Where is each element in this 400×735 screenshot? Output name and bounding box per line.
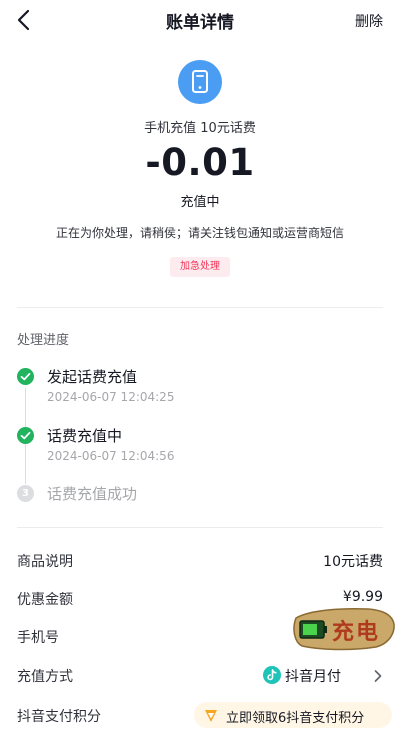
step-2-time: 2024-06-07 12:04:56: [47, 449, 175, 463]
charging-sticker: 充电: [290, 606, 398, 652]
urgent-process-button[interactable]: 加急处理: [170, 257, 230, 277]
claim-points-text: 立即领取6抖音支付积分: [226, 711, 365, 726]
check-icon: [17, 427, 34, 444]
pay-method-value: 抖音月付: [285, 669, 341, 685]
delete-button[interactable]: 删除: [355, 11, 383, 31]
claim-points-button[interactable]: 立即领取6抖音支付积分: [194, 702, 392, 728]
status-text: 充值中: [180, 195, 220, 210]
divider: [17, 527, 383, 528]
processing-notice: 正在为你处理，请稍侯；请关注钱包通知或运营商短信: [55, 226, 344, 240]
douyin-icon: [263, 666, 281, 684]
battery-icon: [299, 620, 327, 639]
phone-icon: [178, 60, 222, 104]
divider: [17, 307, 383, 308]
points-label: 抖音支付积分: [17, 709, 101, 725]
step-1-label: 发起话费充值: [47, 368, 138, 386]
nav-header: 账单详情 删除: [0, 0, 400, 40]
progress-title: 处理进度: [17, 333, 70, 348]
product-desc-label: 商品说明: [17, 554, 73, 570]
check-icon: [17, 368, 34, 385]
chevron-right-icon: [373, 668, 383, 682]
step-3-number: 3: [17, 485, 34, 502]
pay-method-label: 充值方式: [17, 669, 73, 685]
sticker-text: 充电: [332, 620, 381, 645]
discount-value: ¥9.99: [342, 589, 383, 605]
page-title: 账单详情: [166, 13, 234, 33]
pay-method-row[interactable]: 抖音月付: [263, 664, 383, 686]
discount-label: 优惠金额: [17, 592, 73, 608]
gift-icon: [202, 706, 220, 724]
step-2-label: 话费充值中: [47, 427, 123, 445]
product-desc-value: 10元话费: [323, 554, 383, 570]
product-name: 手机充值 10元话费: [144, 121, 256, 136]
step-1-time: 2024-06-07 12:04:25: [47, 390, 175, 404]
phone-label: 手机号: [17, 630, 59, 646]
transaction-amount: -0.01: [145, 141, 255, 184]
step-3-label: 话费充值成功: [47, 485, 138, 503]
